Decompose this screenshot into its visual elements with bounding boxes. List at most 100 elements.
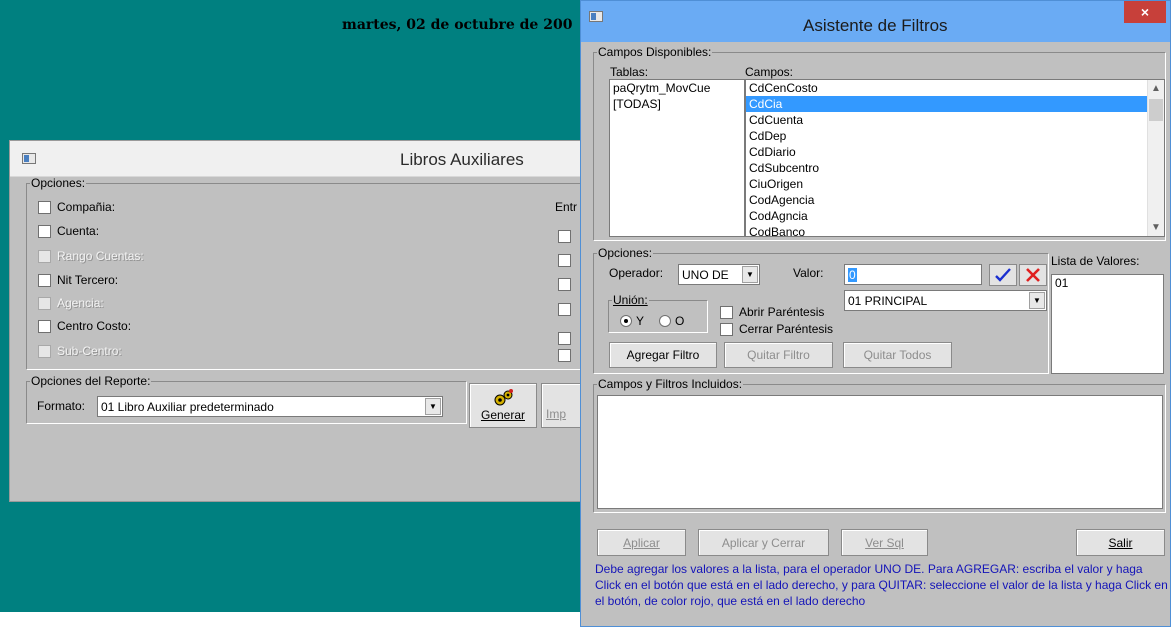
checkbox[interactable] [38, 224, 51, 238]
campo-item[interactable]: CodAgencia [746, 192, 1164, 208]
campo-item[interactable]: CiuOrigen [746, 176, 1164, 192]
valor-select-value: 01 PRINCIPAL [848, 293, 928, 308]
cerrar-parentesis-checkbox[interactable]: Cerrar Paréntesis [720, 322, 833, 336]
window-icon [589, 11, 603, 22]
option-label: Sub-Centro: [57, 344, 122, 358]
add-value-button[interactable] [989, 264, 1017, 286]
tablas-listbox[interactable]: paQrytm_MovCue [TODAS] [609, 79, 745, 237]
chevron-down-icon[interactable]: ▼ [425, 398, 441, 415]
option-label: Nit Tercero: [57, 273, 119, 287]
opciones-filtro-legend: Opciones: [598, 246, 653, 260]
aplicar-button: Aplicar [597, 529, 686, 556]
gears-icon [494, 389, 513, 406]
entre-checkbox-2[interactable] [558, 254, 571, 267]
abrir-label: Abrir Paréntesis [739, 305, 825, 319]
salir-button[interactable]: Salir [1076, 529, 1165, 556]
union-y-radio[interactable]: Y [620, 314, 644, 328]
campo-item[interactable]: CdSubcentro [746, 160, 1164, 176]
checkbox[interactable] [38, 200, 51, 214]
asistente-title: Asistente de Filtros [803, 16, 948, 35]
generar-button[interactable]: Generar [469, 383, 537, 428]
valor-input[interactable]: 0 [844, 264, 982, 285]
quitar-filtro-button: Quitar Filtro [724, 342, 833, 368]
entre-label: Entr [555, 200, 578, 214]
aplicar-cerrar-button: Aplicar y Cerrar [698, 529, 829, 556]
checkbox[interactable] [38, 273, 51, 287]
entre-checkbox-5[interactable] [558, 332, 571, 345]
option-label: Agencia: [57, 296, 104, 310]
checkbox [38, 296, 51, 310]
help-note: Debe agregar los valores a la lista, par… [595, 562, 1168, 608]
quitar-todos-button: Quitar Todos [843, 342, 952, 368]
formato-select[interactable]: 01 Libro Auxiliar predeterminado ▼ [97, 396, 443, 417]
checkbox [38, 344, 51, 358]
aplicar-label: Aplicar [623, 535, 660, 550]
campo-item[interactable]: CdCenCosto [746, 80, 1164, 96]
reporte-legend: Opciones del Reporte: [31, 374, 151, 388]
lista-label: Lista de Valores: [1051, 254, 1140, 268]
option-sub-centro: Sub-Centro: [38, 344, 122, 358]
campo-item[interactable]: CodAgncia [746, 208, 1164, 224]
tabla-item[interactable]: [TODAS] [610, 96, 744, 112]
radio[interactable] [659, 315, 671, 327]
abrir-parentesis-checkbox[interactable]: Abrir Paréntesis [720, 305, 824, 319]
incluidos-textarea[interactable] [597, 395, 1163, 509]
scroll-thumb[interactable] [1149, 99, 1163, 121]
option-label: Rango Cuentas: [57, 249, 144, 263]
option-nit-tercero[interactable]: Nit Tercero: [38, 273, 118, 287]
aplicar-cerrar-label: Aplicar y Cerrar [721, 535, 806, 550]
campo-item[interactable]: CodBanco [746, 224, 1164, 236]
campo-item[interactable]: CdDiario [746, 144, 1164, 160]
entre-checkbox-1[interactable] [558, 230, 571, 243]
option-cuenta[interactable]: Cuenta: [38, 224, 99, 238]
checkbox[interactable] [720, 322, 733, 336]
entre-checkbox-3[interactable] [558, 278, 571, 291]
libros-window: Libros Auxiliares Opciones: Compañia: Cu… [9, 140, 619, 502]
libros-titlebar[interactable]: Libros Auxiliares [10, 141, 618, 177]
option-centro-costo[interactable]: Centro Costo: [38, 319, 131, 333]
union-y-label: Y [636, 314, 645, 328]
lista-valores-listbox[interactable]: 01 [1051, 274, 1164, 374]
radio[interactable] [620, 315, 632, 327]
lista-item[interactable]: 01 [1052, 275, 1163, 291]
formato-label: Formato: [37, 399, 86, 413]
tabla-item[interactable]: paQrytm_MovCue [610, 80, 744, 96]
campo-item[interactable]: CdCuenta [746, 112, 1164, 128]
campo-item[interactable]: CdDep [746, 128, 1164, 144]
option-compania[interactable]: Compañia: [38, 200, 115, 214]
union-o-label: O [675, 314, 685, 328]
ver-sql-label: Ver Sql [865, 535, 904, 550]
formato-value: 01 Libro Auxiliar predeterminado [101, 399, 274, 414]
date-label: martes, 02 de octubre de 200 [342, 17, 573, 33]
entre-checkbox-4[interactable] [558, 303, 571, 316]
scroll-down-icon[interactable]: ▼ [1148, 219, 1164, 236]
campos-listbox[interactable]: CdCenCosto CdCia CdCuenta CdDep CdDiario… [745, 79, 1165, 237]
campos-scrollbar[interactable]: ▲ ▼ [1147, 80, 1164, 236]
quitar-label: Quitar Filtro [747, 348, 810, 362]
quitar-todos-label: Quitar Todos [863, 348, 932, 362]
checkbox [38, 249, 51, 263]
option-label: Compañia: [57, 200, 116, 214]
imprimir-label: Imp [546, 407, 567, 421]
check-icon [995, 268, 1011, 282]
asistente-titlebar[interactable]: Asistente de Filtros × [581, 1, 1170, 42]
checkbox[interactable] [720, 305, 733, 319]
tablas-label: Tablas: [610, 65, 649, 79]
campos-disponibles-legend: Campos Disponibles: [598, 45, 712, 59]
entre-checkbox-6[interactable] [558, 349, 571, 362]
campos-label: Campos: [745, 65, 794, 79]
agregar-filtro-button[interactable]: Agregar Filtro [609, 342, 717, 368]
remove-value-button[interactable] [1019, 264, 1047, 286]
union-o-radio[interactable]: O [659, 314, 684, 328]
generar-label: Generar [480, 408, 526, 422]
operador-select[interactable]: UNO DE ▼ [678, 264, 760, 285]
valor-select[interactable]: 01 PRINCIPAL ▼ [844, 290, 1047, 311]
close-icon[interactable]: × [1124, 1, 1166, 23]
scroll-up-icon[interactable]: ▲ [1148, 80, 1164, 97]
chevron-down-icon[interactable]: ▼ [1029, 292, 1045, 309]
union-legend: Unión: [613, 293, 648, 307]
chevron-down-icon[interactable]: ▼ [742, 266, 758, 283]
campo-item-selected[interactable]: CdCia [746, 96, 1164, 112]
checkbox[interactable] [38, 319, 51, 333]
option-rango-cuentas: Rango Cuentas: [38, 249, 144, 263]
